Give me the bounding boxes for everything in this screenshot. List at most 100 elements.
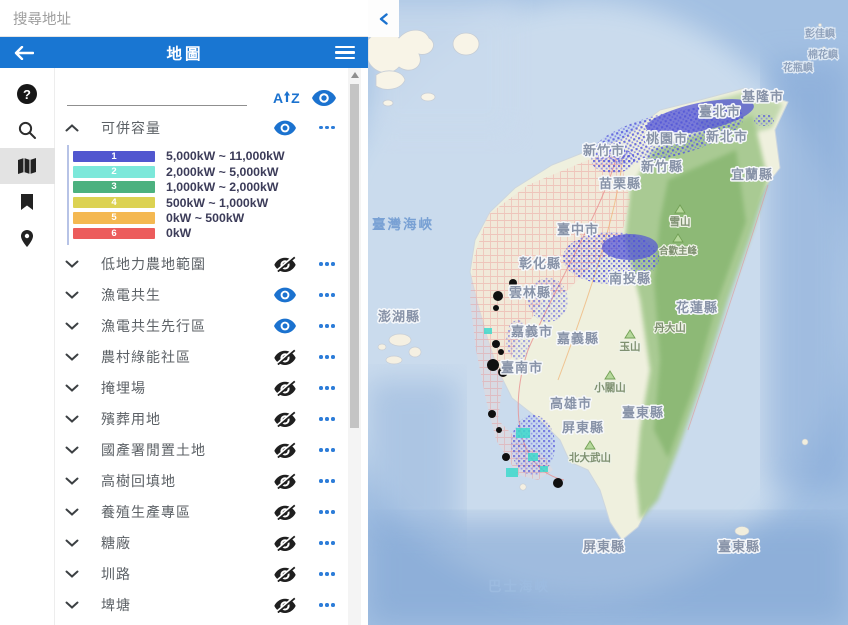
rail-item-location[interactable]	[0, 220, 55, 256]
visibility-on-icon[interactable]	[264, 120, 306, 136]
map-canvas[interactable]: 雪山合歡主峰丹大山玉山小關山北大武山基隆市臺北市新北市桃園市新竹市新竹縣宜蘭縣苗…	[368, 0, 848, 625]
legend-class-number: 3	[111, 182, 116, 192]
layer-menu-button[interactable]	[306, 293, 348, 297]
legend-swatch: 6	[73, 228, 155, 240]
map-label-city: 新竹縣	[641, 159, 683, 174]
layer-menu-button[interactable]	[306, 510, 348, 514]
visibility-off-icon[interactable]	[264, 597, 306, 613]
layer-row[interactable]: 台糖滯洪池	[55, 621, 348, 625]
layer-filter-input[interactable]	[67, 86, 247, 106]
rail-item-help[interactable]: ?	[0, 76, 55, 112]
map-label-city: 臺中市	[557, 222, 599, 237]
legend-class-number: 2	[111, 167, 116, 177]
chevron-down-icon[interactable]	[65, 446, 91, 454]
visibility-off-icon[interactable]	[264, 256, 306, 272]
taiwan-map[interactable]: 雪山合歡主峰丹大山玉山小關山北大武山基隆市臺北市新北市桃園市新竹市新竹縣宜蘭縣苗…	[368, 0, 848, 625]
map-label-city: 臺南市	[501, 360, 543, 375]
rail-item-search[interactable]	[0, 112, 55, 148]
map-label-city: 高雄市	[550, 396, 592, 411]
chevron-down-icon[interactable]	[65, 260, 91, 268]
layer-menu-button[interactable]	[306, 386, 348, 390]
visibility-off-icon[interactable]	[264, 442, 306, 458]
layer-row-expanded[interactable]: 可併容量	[55, 112, 348, 143]
chevron-down-icon[interactable]	[65, 353, 91, 361]
scrollbar-up-arrow[interactable]	[351, 72, 359, 78]
menu-button[interactable]	[322, 46, 368, 60]
layer-row[interactable]: 漁電共生	[55, 280, 348, 311]
visibility-off-icon[interactable]	[264, 473, 306, 489]
chevron-up-icon[interactable]	[65, 124, 91, 132]
layer-row[interactable]: 漁電共生先行區	[55, 311, 348, 342]
sort-az-icon[interactable]: A Z	[273, 90, 300, 106]
address-search-bar[interactable]: 搜尋地址	[0, 0, 368, 37]
layer-row[interactable]: 掩埋場	[55, 373, 348, 404]
map-label-city: 宜蘭縣	[731, 167, 773, 182]
rail-item-map-layers[interactable]	[0, 148, 55, 184]
visibility-off-icon[interactable]	[264, 349, 306, 365]
layer-menu-button[interactable]	[306, 541, 348, 545]
layer-menu-button[interactable]	[306, 262, 348, 266]
map-icon	[17, 157, 37, 175]
layer-menu-button[interactable]	[306, 126, 348, 130]
layer-panel: A Z	[55, 68, 348, 625]
layer-row[interactable]: 農村綠能社區	[55, 342, 348, 373]
rail-item-bookmark[interactable]	[0, 184, 55, 220]
visibility-off-icon[interactable]	[264, 380, 306, 396]
map-label-city: 桃園市	[646, 131, 688, 146]
legend-row: 3 1,000kW ~ 2,000kW	[73, 180, 299, 194]
layer-menu-button[interactable]	[306, 324, 348, 328]
layer-label: 殯葬用地	[101, 409, 264, 429]
scrollbar-thumb[interactable]	[350, 84, 359, 428]
layer-label: 掩埋場	[101, 378, 264, 398]
map-label-city: 嘉義市	[510, 324, 553, 339]
legend-class-number: 1	[111, 152, 116, 162]
legend-row: 15,000kW ~ 11,000kW	[73, 149, 299, 163]
legend-class-number: 4	[111, 198, 116, 208]
layer-menu-button[interactable]	[306, 479, 348, 483]
chevron-down-icon[interactable]	[65, 415, 91, 423]
layer-row[interactable]: 養殖生產專區	[55, 497, 348, 528]
layer-row[interactable]: 糖廠	[55, 528, 348, 559]
chevron-down-icon[interactable]	[65, 570, 91, 578]
chevron-down-icon[interactable]	[65, 508, 91, 516]
visibility-off-icon[interactable]	[264, 504, 306, 520]
visibility-off-icon[interactable]	[264, 535, 306, 551]
visibility-off-icon[interactable]	[264, 411, 306, 427]
chevron-down-icon[interactable]	[65, 477, 91, 485]
layer-row[interactable]: 國產署閒置土地	[55, 435, 348, 466]
visibility-on-icon[interactable]	[264, 318, 306, 334]
layer-row[interactable]: 埤塘	[55, 590, 348, 621]
layer-row[interactable]: 高樹回填地	[55, 466, 348, 497]
map-label-city: 臺東縣	[622, 405, 664, 420]
layer-label: 養殖生產專區	[101, 502, 264, 522]
layer-menu-button[interactable]	[306, 603, 348, 607]
layer-menu-button[interactable]	[306, 417, 348, 421]
search-input-placeholder[interactable]: 搜尋地址	[13, 8, 71, 29]
chevron-down-icon[interactable]	[65, 539, 91, 547]
map-label-mountain: 合歡主峰	[659, 245, 698, 257]
panel-header: 地圖	[0, 37, 368, 68]
map-label-city: 新竹市	[583, 143, 625, 158]
arrow-left-icon	[14, 46, 34, 60]
search-icon	[17, 120, 37, 140]
layer-label: 國產署閒置土地	[101, 440, 264, 460]
chevron-down-icon[interactable]	[65, 322, 91, 330]
chevron-down-icon[interactable]	[65, 384, 91, 392]
layer-menu-button[interactable]	[306, 355, 348, 359]
layer-row[interactable]: 低地力農地範圍	[55, 249, 348, 280]
visibility-on-icon[interactable]	[264, 287, 306, 303]
collapse-panel-button[interactable]	[368, 0, 399, 37]
visibility-off-icon[interactable]	[264, 566, 306, 582]
layer-menu-button[interactable]	[306, 448, 348, 452]
layer-menu-button[interactable]	[306, 572, 348, 576]
back-button[interactable]	[0, 46, 48, 60]
layer-row[interactable]: 殯葬用地	[55, 404, 348, 435]
toggle-all-visibility-icon[interactable]	[312, 90, 336, 106]
chevron-down-icon[interactable]	[65, 601, 91, 609]
layer-label: 農村綠能社區	[101, 347, 264, 367]
map-label-mountain: 北大武山	[569, 451, 611, 464]
panel-scrollbar[interactable]	[348, 68, 361, 625]
chevron-down-icon[interactable]	[65, 291, 91, 299]
layer-row[interactable]: 圳路	[55, 559, 348, 590]
legend-range-label: 1,000kW ~ 2,000kW	[166, 180, 278, 194]
